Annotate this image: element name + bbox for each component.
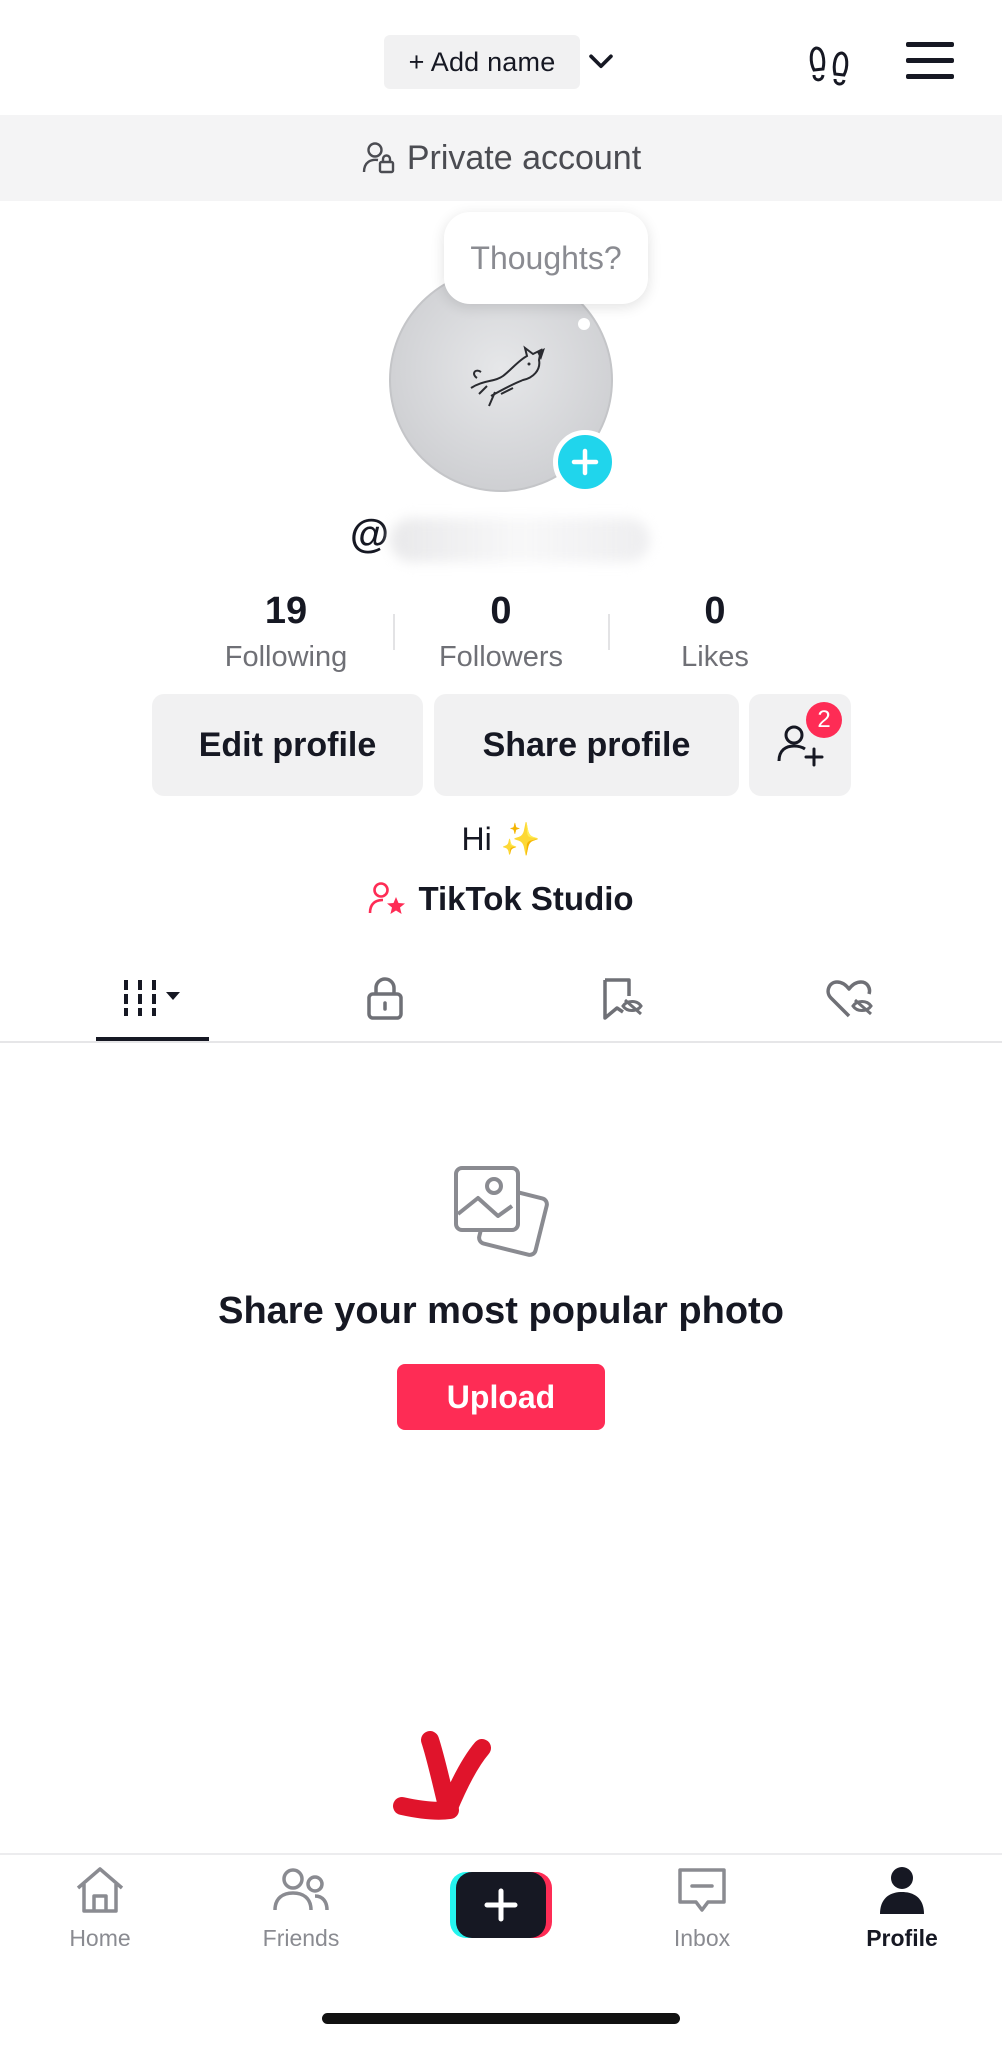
tabs-divider: [0, 1041, 1002, 1043]
username: @: [350, 512, 390, 556]
add-name-button[interactable]: + Add name: [384, 35, 580, 89]
thoughts-bubble[interactable]: Thoughts?: [444, 212, 648, 304]
grid-filter-icon: [123, 980, 180, 1016]
nav-friends-label: Friends: [262, 1925, 340, 1951]
nav-profile[interactable]: Profile: [832, 1864, 972, 1952]
user-lock-icon: [362, 142, 395, 174]
nav-friends[interactable]: Friends: [231, 1864, 371, 1952]
nav-profile-label: Profile: [866, 1925, 938, 1951]
bottom-nav-divider: [0, 1853, 1002, 1855]
hamburger-menu-icon[interactable]: [906, 42, 954, 84]
tiktok-studio-label: TikTok Studio: [418, 880, 634, 917]
private-account-label: Private account: [406, 138, 642, 177]
plus-icon: [571, 448, 599, 476]
chevron-down-icon[interactable]: [584, 45, 618, 79]
following-count: 19: [264, 590, 308, 632]
photos-icon: [454, 1166, 549, 1257]
add-avatar-plus-button[interactable]: [553, 430, 617, 494]
creator-star-icon: [369, 882, 406, 914]
profile-icon: [880, 1867, 924, 1914]
likes-count: 0: [704, 590, 726, 632]
tab-videos[interactable]: [96, 962, 209, 1034]
tab-private[interactable]: [330, 962, 440, 1034]
nav-inbox[interactable]: Inbox: [632, 1864, 772, 1952]
nav-home-label: Home: [69, 1925, 131, 1951]
inbox-icon: [678, 1868, 726, 1912]
red-scribble-annotation: [393, 1731, 491, 1820]
tab-reposts[interactable]: [566, 962, 676, 1034]
stat-following[interactable]: 19 Following: [186, 590, 386, 674]
following-label: Following: [224, 641, 348, 673]
home-indicator: [322, 2013, 680, 2024]
create-button[interactable]: [450, 1872, 552, 1938]
create-plus-icon: [450, 1872, 552, 1938]
followers-label: Followers: [438, 641, 564, 673]
empty-state-title: Share your most popular photo: [218, 1290, 784, 1332]
footsteps-icon[interactable]: [806, 40, 854, 88]
nav-inbox-label: Inbox: [673, 1925, 731, 1951]
followers-count: 0: [490, 590, 512, 632]
tiktok-studio-link[interactable]: TikTok Studio: [0, 880, 1002, 918]
stat-followers[interactable]: 0 Followers: [401, 590, 601, 674]
stat-divider: [393, 614, 395, 650]
upload-button[interactable]: Upload: [397, 1364, 605, 1430]
stat-likes[interactable]: 0 Likes: [615, 590, 815, 674]
home-icon: [76, 1867, 124, 1913]
bio-text: Hi ✨: [461, 821, 541, 857]
likes-label: Likes: [681, 641, 749, 673]
edit-profile-button[interactable]: Edit profile: [152, 694, 423, 796]
friend-requests-badge: 2: [806, 702, 842, 738]
friends-icon: [273, 1868, 329, 1911]
hidden-heart-icon: [826, 980, 873, 1018]
stat-divider: [608, 614, 610, 650]
private-account-banner: Private account: [0, 115, 1002, 201]
lock-icon: [367, 977, 403, 1020]
thought-bubble-dot: [578, 318, 590, 330]
tab-liked[interactable]: [794, 962, 904, 1034]
hidden-bookmark-icon: [603, 978, 643, 1020]
username-blurred: [390, 518, 650, 562]
nav-home[interactable]: Home: [30, 1864, 170, 1952]
share-profile-button[interactable]: Share profile: [434, 694, 739, 796]
